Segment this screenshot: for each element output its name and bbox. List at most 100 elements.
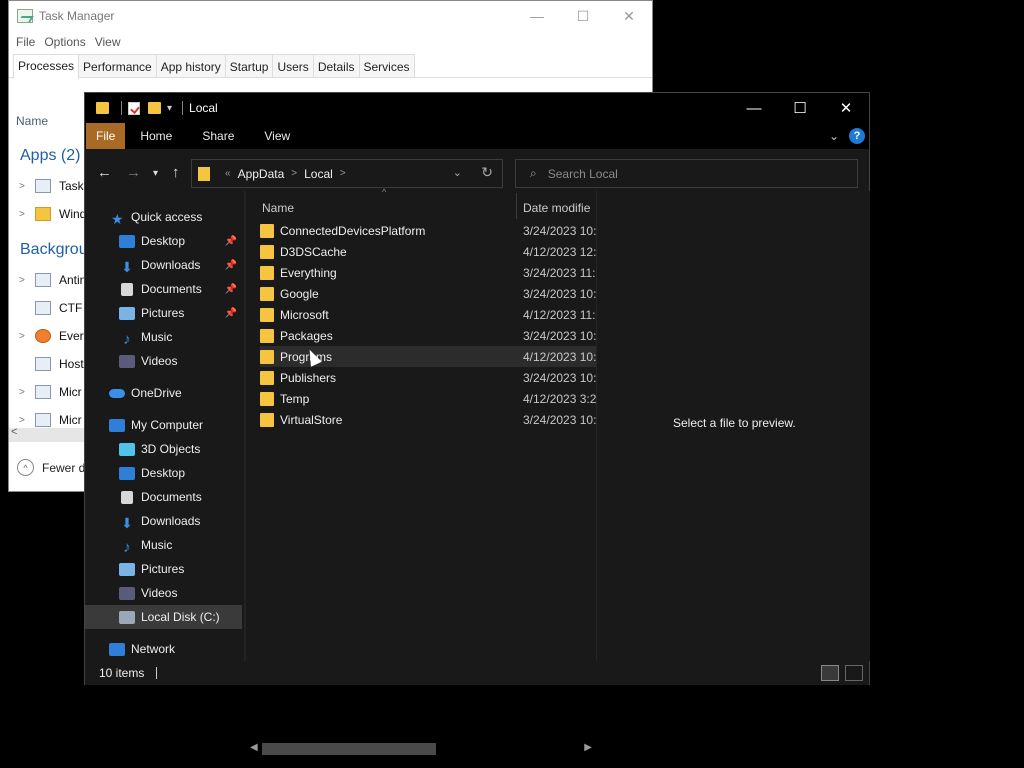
address-bar[interactable]: « AppData > Local > ⌄ ↻ [191,159,503,188]
list-item[interactable]: Everything 3/24/2023 11: [260,262,596,283]
properties-icon[interactable] [128,101,140,115]
nav-pictures[interactable]: Pictures 📌 [85,301,242,325]
nav-network[interactable]: Network [85,637,242,661]
process-row[interactable]: CTF [19,297,82,319]
nav-local-disk[interactable]: Local Disk (C:) [85,605,242,629]
column-header-name[interactable]: Name [16,114,48,128]
tab-details[interactable]: Details [312,54,360,77]
nav-documents[interactable]: Documents 📌 [85,277,242,301]
new-folder-icon[interactable] [148,102,161,114]
tab-services[interactable]: Services [358,54,415,77]
pin-icon[interactable]: 📌 [225,308,237,319]
expand-ribbon-icon[interactable]: ⌄ [829,129,839,143]
nav-quick-access[interactable]: ★ Quick access [85,205,242,229]
large-icons-view-icon[interactable] [845,665,863,681]
expand-icon[interactable]: > [19,331,35,342]
nav-videos[interactable]: Videos [85,581,242,605]
tab-view[interactable]: View [249,123,305,149]
menu-view[interactable]: View [94,35,129,49]
process-row[interactable]: > Task [19,175,84,197]
search-box[interactable]: ⌕ Search Local [515,159,858,188]
process-row[interactable]: > Antin [19,269,86,291]
horizontal-scrollbar[interactable]: < [9,426,85,442]
pin-icon[interactable]: 📌 [225,284,237,295]
tab-processes[interactable]: Processes [13,54,80,79]
address-dropdown-icon[interactable]: ⌄ [453,166,462,179]
tab-file[interactable]: File [86,123,126,149]
list-item[interactable]: Temp 4/12/2023 3:2 [260,388,596,409]
process-row[interactable]: Host [19,353,84,375]
expand-icon[interactable]: > [19,387,35,398]
nav-my-computer[interactable]: My Computer [85,413,242,437]
fewer-details-button[interactable]: ^ Fewer d [17,459,85,476]
forward-arrow-icon[interactable]: → [126,164,141,181]
nav-desktop[interactable]: Desktop 📌 [85,229,242,253]
nav-music[interactable]: ♪ Music [85,533,242,557]
folder-icon [260,223,274,238]
breadcrumb-chevron-icon[interactable]: > [340,168,346,179]
tab-home[interactable]: Home [125,123,187,149]
minimize-button[interactable]: — [731,93,777,123]
nav-videos[interactable]: Videos [85,349,242,373]
nav-3d-objects[interactable]: 3D Objects [85,437,242,461]
close-button[interactable]: ✕ [823,93,869,123]
details-view-icon[interactable] [821,665,839,681]
recent-locations-icon[interactable]: ▾ [153,168,158,179]
expand-icon[interactable]: > [19,209,35,220]
scroll-left-icon[interactable]: < [11,426,17,438]
tab-users[interactable]: Users [272,54,314,77]
menu-file[interactable]: File [15,35,43,49]
videos-icon [119,354,135,368]
nav-downloads[interactable]: ⬇ Downloads 📌 [85,253,242,277]
column-header-date-modified[interactable]: Date modifie [523,201,590,215]
breadcrumb-local[interactable]: Local [304,167,333,181]
nav-desktop[interactable]: Desktop [85,461,242,485]
nav-pictures[interactable]: Pictures [85,557,242,581]
pin-icon[interactable]: 📌 [225,236,237,247]
nav-documents[interactable]: Documents [85,485,242,509]
tab-performance[interactable]: Performance [78,54,157,77]
file-explorer-window[interactable]: ▾ Local — ☐ ✕ File Home Share View ⌄ ? ←… [84,92,870,755]
tab-app-history[interactable]: App history [155,54,226,77]
customize-toolbar-icon[interactable]: ▾ [167,103,172,114]
maximize-button[interactable]: ☐ [560,1,606,31]
minimize-button[interactable]: — [514,1,560,31]
expand-icon[interactable]: > [19,275,35,286]
column-header-name[interactable]: Name [262,201,294,215]
help-icon[interactable]: ? [849,128,865,144]
expand-icon[interactable]: > [19,181,35,192]
process-row[interactable]: > Wind [19,203,86,225]
list-item[interactable]: ConnectedDevicesPlatform 3/24/2023 10: [260,220,596,241]
nav-downloads[interactable]: ⬇ Downloads [85,509,242,533]
scroll-right-icon[interactable]: ▶ [584,742,592,753]
process-name: Task [59,179,84,193]
breadcrumb-appdata[interactable]: AppData [238,167,285,181]
nav-music[interactable]: ♪ Music [85,325,242,349]
expand-icon[interactable]: > [19,415,35,426]
list-item[interactable]: Packages 3/24/2023 10: [260,325,596,346]
process-row[interactable]: > Every [19,325,90,347]
tab-startup[interactable]: Startup [224,54,274,77]
horizontal-scrollbar[interactable]: ◀ ▶ [246,739,596,757]
explorer-titlebar[interactable]: ▾ Local — ☐ ✕ [85,93,869,123]
up-arrow-icon[interactable]: ↑ [172,164,180,181]
scrollbar-thumb[interactable] [262,743,436,755]
column-divider[interactable] [516,193,517,219]
back-arrow-icon[interactable]: ← [97,164,112,181]
maximize-button[interactable]: ☐ [777,93,823,123]
close-button[interactable]: ✕ [606,1,652,31]
list-item[interactable]: D3DSCache 4/12/2023 12: [260,241,596,262]
nav-onedrive[interactable]: OneDrive [85,381,242,405]
list-item[interactable]: Microsoft 4/12/2023 11: [260,304,596,325]
tab-share[interactable]: Share [187,123,249,149]
overflow-icon[interactable]: « [225,168,231,179]
pin-icon[interactable]: 📌 [225,260,237,271]
refresh-icon[interactable]: ↻ [481,164,493,181]
process-row[interactable]: > Micr [19,381,82,403]
list-item[interactable]: Publishers 3/24/2023 10: [260,367,596,388]
menu-options[interactable]: Options [43,35,93,49]
list-item[interactable]: VirtualStore 3/24/2023 10: [260,409,596,430]
scroll-left-icon[interactable]: ◀ [250,742,258,753]
breadcrumb-chevron-icon[interactable]: > [291,168,297,179]
list-item[interactable]: Google 3/24/2023 10: [260,283,596,304]
